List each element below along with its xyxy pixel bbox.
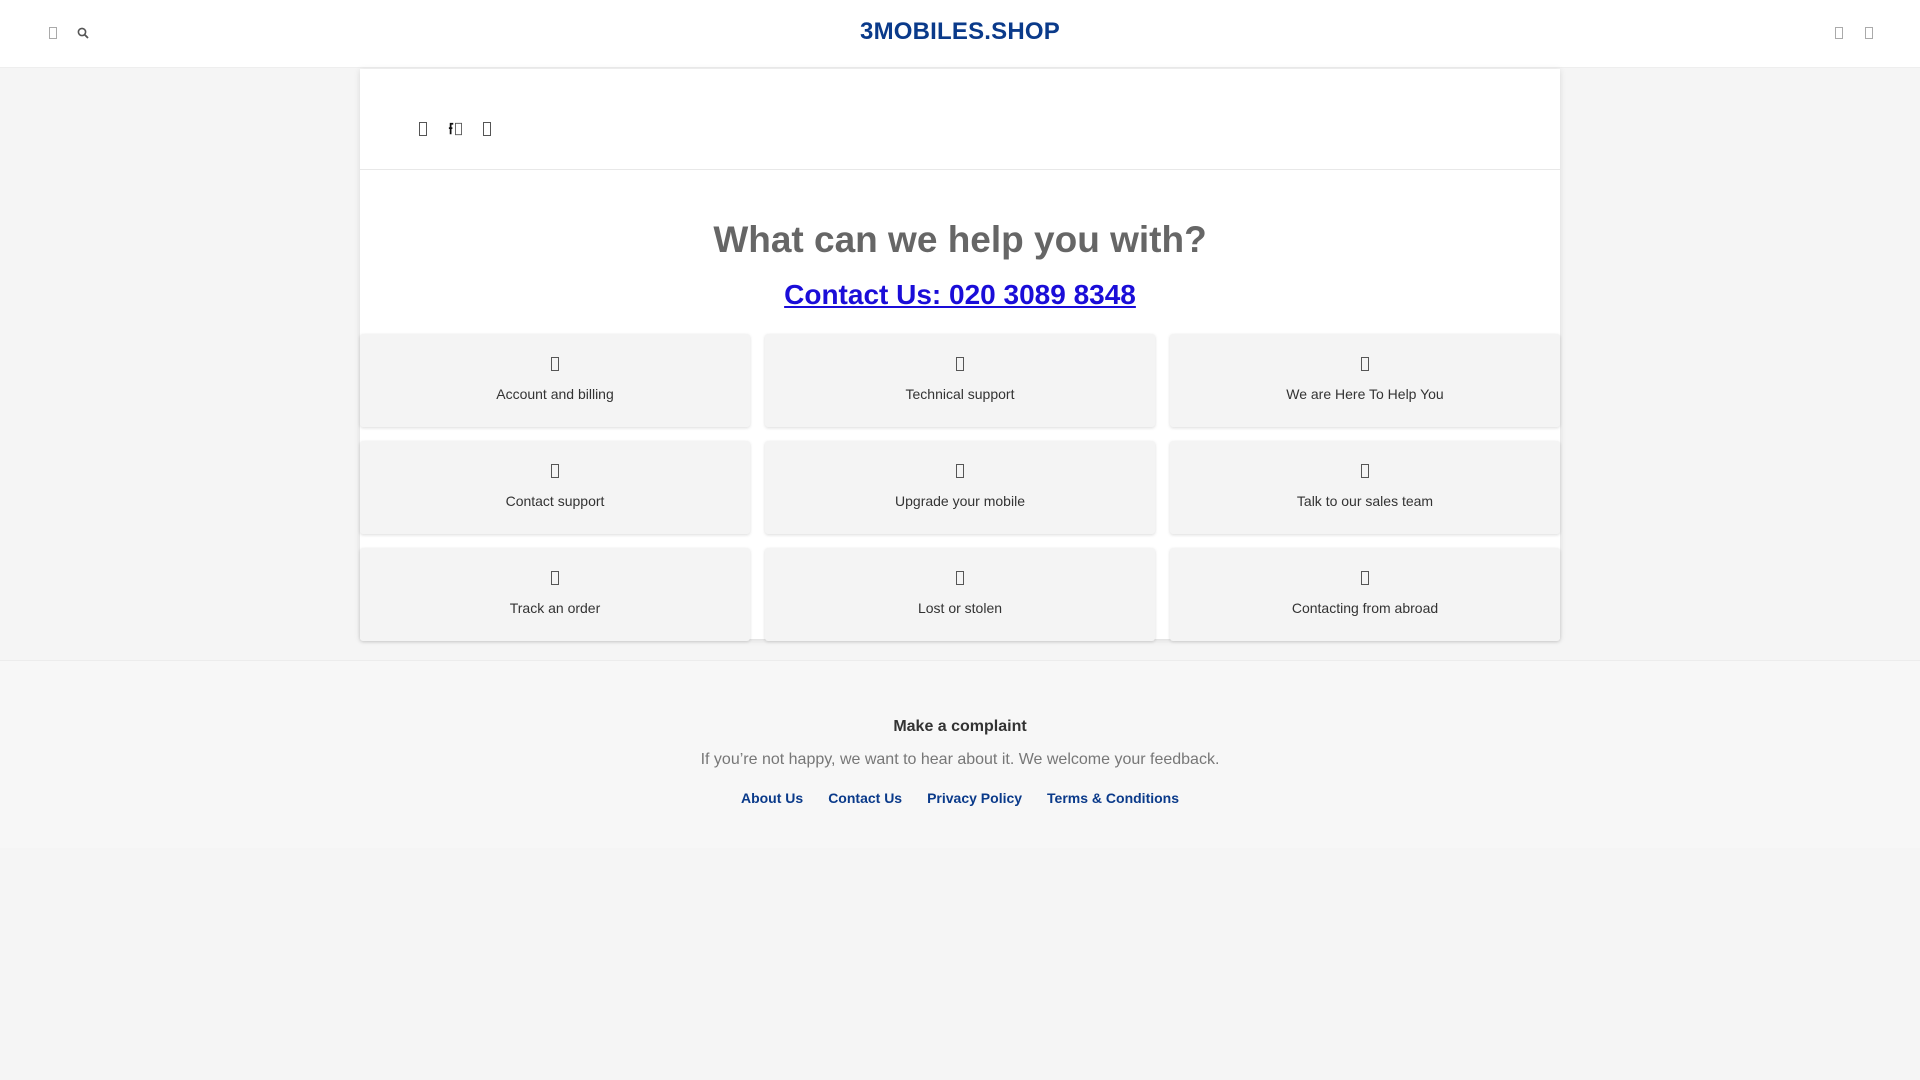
tile-technical-support[interactable]: Technical support: [765, 334, 1155, 427]
tile-here-to-help[interactable]: We are Here To Help You: [1170, 334, 1560, 427]
tile-contacting-abroad[interactable]: Contacting from abroad: [1170, 548, 1560, 641]
footer-link-contact[interactable]: Contact Us: [828, 790, 902, 806]
tile-label: Talk to our sales team: [1296, 493, 1434, 509]
tile-label: Upgrade your mobile: [895, 493, 1025, 509]
contact-phone-link-wrap: Contact Us: 020 3089 8348: [360, 279, 1560, 311]
toolbar-icons: [416, 118, 494, 140]
tile-label: Technical support: [905, 386, 1015, 402]
site-brand[interactable]: 3MOBILES.SHOP: [0, 18, 1920, 46]
help-tiles-grid: Account and billing Technical support We…: [360, 334, 1560, 641]
user-icon[interactable]: [1832, 22, 1846, 44]
mobile-icon: [953, 461, 967, 481]
tile-label: Account and billing: [496, 386, 614, 402]
footer-link-privacy[interactable]: Privacy Policy: [927, 790, 1022, 806]
chat-icon: [1358, 461, 1372, 481]
cart-icon[interactable]: [1862, 22, 1876, 44]
top-header: 3MOBILES.SHOP: [0, 0, 1920, 68]
tile-label: Track an order: [509, 600, 601, 616]
page-background: [0, 848, 1920, 1080]
contact-phone-link[interactable]: Contact Us: 020 3089 8348: [784, 279, 1136, 310]
tile-label: We are Here To Help You: [1286, 386, 1444, 402]
account-icon: [548, 354, 562, 374]
complaint-title: Make a complaint: [893, 718, 1027, 735]
wrench-icon: [953, 354, 967, 374]
tile-contact-support[interactable]: Contact support: [360, 441, 750, 534]
tile-lost-stolen[interactable]: Lost or stolen: [765, 548, 1155, 641]
tile-label: Contacting from abroad: [1291, 600, 1439, 616]
lock-icon: [953, 568, 967, 588]
home-icon[interactable]: [416, 118, 430, 140]
tile-label: Lost or stolen: [917, 600, 1003, 616]
search-icon[interactable]: [448, 118, 462, 140]
tile-sales-team[interactable]: Talk to our sales team: [1170, 441, 1560, 534]
footer-link-terms[interactable]: Terms & Conditions: [1047, 790, 1179, 806]
tile-upgrade-mobile[interactable]: Upgrade your mobile: [765, 441, 1155, 534]
truck-icon: [548, 568, 562, 588]
page-title: What can we help you with?: [713, 219, 1207, 260]
help-icon: [1358, 354, 1372, 374]
phone-icon: [548, 461, 562, 481]
help-card: What can we help you with? Contact Us: 0…: [360, 69, 1560, 641]
tile-track-order[interactable]: Track an order: [360, 548, 750, 641]
header-right-icons: [1832, 22, 1876, 44]
footer-links: About Us Contact Us Privacy Policy Terms…: [0, 790, 1920, 806]
card-toolbar: [360, 69, 1560, 170]
tile-account-billing[interactable]: Account and billing: [360, 334, 750, 427]
globe-icon: [1358, 568, 1372, 588]
tile-label: Contact support: [505, 493, 605, 509]
footer: Make a complaint If you’re not happy, we…: [0, 660, 1920, 848]
complaint-text: If you’re not happy, we want to hear abo…: [700, 751, 1220, 768]
footer-link-about[interactable]: About Us: [741, 790, 803, 806]
brand-text[interactable]: 3MOBILES.SHOP: [860, 18, 1060, 45]
chevron-icon[interactable]: [480, 118, 494, 140]
